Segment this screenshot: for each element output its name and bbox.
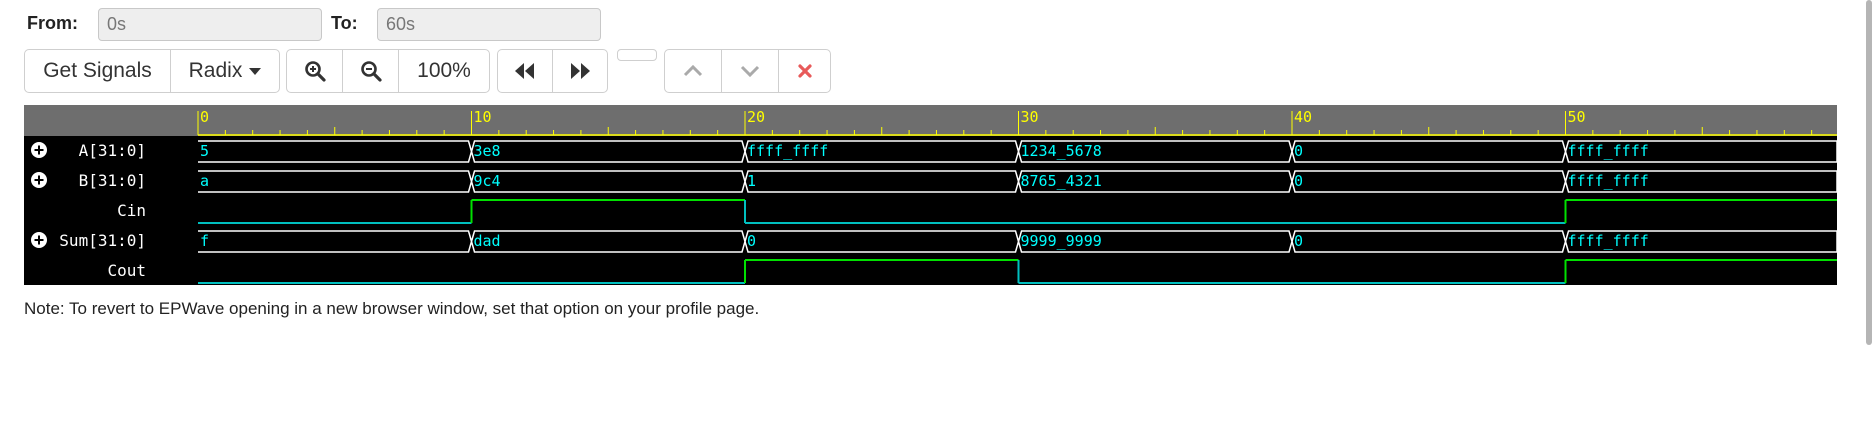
zoom-out-button[interactable] — [342, 49, 399, 93]
ruler-tick-label: 20 — [747, 108, 765, 126]
zoom-out-icon — [360, 61, 382, 82]
bus-segment — [470, 230, 746, 253]
bus-segment — [1291, 140, 1567, 163]
close-icon — [797, 64, 812, 78]
signal-name-label[interactable]: B[31:0] — [79, 171, 146, 190]
bus-value-label: 8765_4321 — [1021, 172, 1102, 190]
bus-segment — [198, 170, 473, 193]
to-input[interactable] — [377, 8, 601, 41]
bus-segment — [1291, 230, 1567, 253]
bus-segment — [470, 140, 746, 163]
ruler-tick-label: 0 — [200, 108, 209, 126]
ruler-tick-label: 40 — [1294, 108, 1312, 126]
move-down-button[interactable] — [721, 49, 779, 93]
get-signals-button[interactable]: Get Signals — [24, 49, 171, 93]
vertical-scrollbar[interactable] — [1866, 0, 1874, 426]
move-up-button[interactable] — [664, 49, 722, 93]
expand-signal-icon[interactable] — [31, 142, 47, 158]
bus-value-label: 0 — [1294, 172, 1303, 190]
signal-name-label[interactable]: A[31:0] — [79, 141, 146, 160]
forward-button[interactable] — [552, 49, 608, 93]
zoom-in-icon — [304, 61, 326, 82]
scrollbar-thumb[interactable] — [1866, 0, 1872, 345]
bus-segment — [744, 230, 1020, 253]
fast-rewind-icon — [515, 63, 534, 79]
expand-signal-icon[interactable] — [31, 172, 47, 188]
bus-value-label: dad — [474, 232, 501, 250]
blank-button[interactable] — [617, 49, 657, 61]
signal-traces: 5 3e8 ffff_ffff 1234_5678 0 ffff_ffffa 9c4 1 876… — [198, 140, 1837, 284]
profile-note: Note: To revert to EPWave opening in a n… — [24, 299, 760, 318]
radix-label: Radix — [188, 59, 243, 82]
zoom-button-group: 100% — [286, 49, 490, 93]
time-ruler[interactable]: 0 10 20 30 40 50 — [24, 105, 1837, 136]
bus-value-label: 1234_5678 — [1021, 142, 1102, 160]
ruler-tick-label: 10 — [474, 108, 492, 126]
caret-down-icon — [249, 67, 262, 75]
bus-value-label: a — [200, 172, 209, 190]
bus-value-label: 9999_9999 — [1021, 232, 1102, 250]
waveform-viewer[interactable]: 0 10 20 30 40 50 A[31:0] B[31:0] Cin Sum[31:0] Co… — [24, 105, 1837, 285]
bus-value-label: 3e8 — [474, 142, 501, 160]
bus-value-label: ffff_ffff — [1568, 232, 1649, 250]
zoom-level-button[interactable]: 100% — [398, 49, 490, 93]
bus-value-label: ffff_ffff — [1568, 172, 1649, 190]
bus-value-label: 0 — [747, 232, 756, 250]
bus-segment — [1291, 170, 1567, 193]
waveform-canvas[interactable]: 0 10 20 30 40 50 A[31:0]B[31:0]CinSum[31:0]Co… — [24, 105, 1837, 285]
navigation-button-group — [497, 49, 608, 93]
fast-forward-icon — [571, 63, 590, 79]
bus-value-label: ffff_ffff — [747, 142, 828, 160]
bus-segment — [198, 140, 473, 163]
zoom-in-button[interactable] — [286, 49, 343, 93]
bus-segment — [198, 230, 473, 253]
signal-name-label[interactable]: Cin — [117, 201, 146, 220]
chevron-up-icon — [683, 64, 703, 77]
bus-value-label: ffff_ffff — [1568, 142, 1649, 160]
expand-signal-icon[interactable] — [31, 232, 47, 248]
signal-name-label[interactable]: Cout — [107, 261, 146, 280]
time-range-bar: From: To: — [0, 0, 1874, 48]
ruler-tick-label: 50 — [1568, 108, 1586, 126]
signal-name-label[interactable]: Sum[31:0] — [59, 231, 146, 250]
edit-button-group — [664, 49, 831, 93]
bus-value-label: 5 — [200, 142, 209, 160]
bus-value-label: 9c4 — [474, 172, 501, 190]
remove-signal-button[interactable] — [778, 49, 831, 93]
chevron-down-icon — [740, 65, 760, 78]
bus-segment — [744, 170, 1020, 193]
bus-value-label: 1 — [747, 172, 756, 190]
ruler-tick-label: 30 — [1021, 108, 1039, 126]
bus-value-label: f — [200, 232, 209, 250]
radix-dropdown-button[interactable]: Radix — [170, 49, 280, 93]
signal-button-group: Get Signals Radix — [24, 49, 280, 93]
bus-value-label: 0 — [1294, 232, 1303, 250]
rewind-button[interactable] — [497, 49, 553, 93]
bus-value-label: 0 — [1294, 142, 1303, 160]
to-label: To: — [331, 13, 358, 33]
from-input[interactable] — [98, 8, 322, 41]
signal-name-list: A[31:0] B[31:0] Cin Sum[31:0] Cout — [31, 141, 146, 280]
bus-segment — [470, 170, 746, 193]
from-label: From: — [27, 13, 78, 33]
